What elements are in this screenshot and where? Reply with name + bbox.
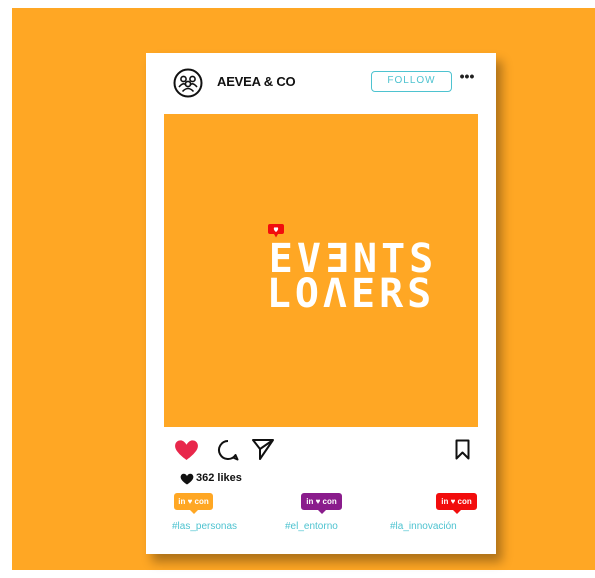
bookmark-icon[interactable] (455, 439, 470, 460)
group-avatar-icon[interactable] (173, 68, 203, 98)
post-card: AEVEA & CO FOLLOW ••• EVƎNTS LOΛERS 362 … (146, 53, 496, 554)
follow-button[interactable]: FOLLOW (371, 71, 452, 92)
hashtag-link[interactable]: #la_innovación (390, 521, 457, 532)
background-canvas: AEVEA & CO FOLLOW ••• EVƎNTS LOΛERS 362 … (12, 8, 595, 570)
post-image: EVƎNTS LOΛERS (164, 114, 478, 427)
hashtag-link[interactable]: #las_personas (172, 521, 237, 532)
in-love-con-badge: in ♥ con (436, 493, 477, 514)
more-options-icon[interactable]: ••• (457, 69, 477, 89)
heart-icon[interactable] (174, 439, 199, 461)
action-bar (146, 438, 496, 463)
username-label[interactable]: AEVEA & CO (217, 74, 296, 89)
comment-icon[interactable] (217, 439, 239, 461)
in-love-con-badge: in ♥ con (301, 493, 342, 514)
send-icon[interactable] (251, 438, 275, 461)
likes-heart-icon (180, 473, 194, 485)
hashtag-link[interactable]: #el_entorno (285, 521, 338, 532)
image-title-line-2: LOΛERS (266, 271, 436, 317)
likes-count[interactable]: 362 likes (196, 472, 242, 484)
in-love-con-badge: in ♥ con (174, 493, 213, 514)
post-header: AEVEA & CO FOLLOW ••• (146, 53, 496, 113)
